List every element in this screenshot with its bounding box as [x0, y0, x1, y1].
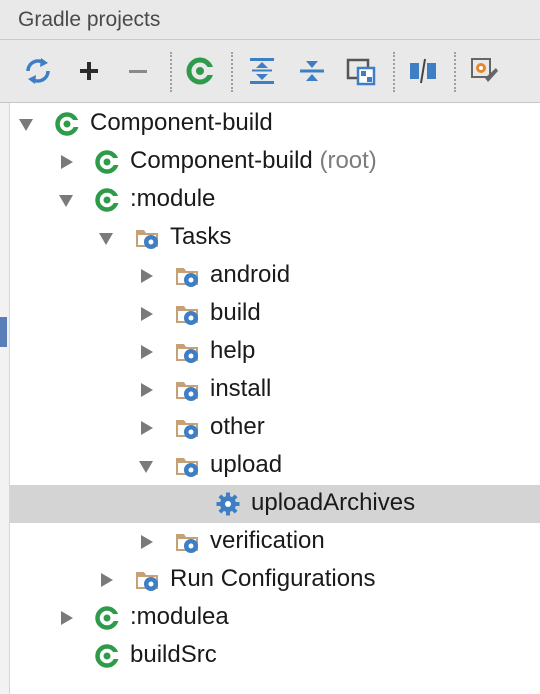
task-folder-icon: [176, 382, 198, 401]
task-folder-icon: [176, 534, 198, 553]
tree-node-help[interactable]: help: [10, 333, 540, 371]
tree-node-label: uploadArchives: [251, 489, 416, 516]
tree-node-other[interactable]: other: [10, 409, 540, 447]
execute-task-button[interactable]: [181, 52, 219, 90]
tree-node-label: help: [210, 337, 256, 364]
tree-node-component-build[interactable]: Component-build: [10, 105, 540, 143]
gradle-settings-button[interactable]: [465, 52, 503, 90]
left-gutter: [0, 103, 10, 694]
tree-node-label: :modulea: [130, 603, 229, 630]
settings-wrench-icon: [471, 58, 498, 82]
tree-node-label: :module: [130, 185, 216, 212]
expanded-arrow-icon[interactable]: [98, 230, 114, 246]
task-folder-icon: [176, 306, 198, 325]
expand-all-button[interactable]: [243, 52, 281, 90]
tree-node-label: other: [210, 413, 265, 440]
tree-node-label: install: [210, 375, 272, 402]
toggle-offline-button[interactable]: [404, 52, 442, 90]
tree-node-module[interactable]: :module: [10, 181, 540, 219]
minus-icon: [129, 70, 147, 73]
collapsed-arrow-icon[interactable]: [98, 572, 114, 588]
plus-icon: [80, 62, 98, 80]
refresh-all-button[interactable]: [19, 52, 57, 90]
gear-task-icon: [216, 492, 240, 516]
refresh-icon: [26, 58, 50, 84]
toolbar-separator: [170, 52, 172, 92]
task-folder-icon: [136, 572, 158, 591]
tree-node-android[interactable]: android: [10, 257, 540, 295]
tree-node-label: android: [210, 261, 291, 288]
collapse-all-button[interactable]: [293, 52, 331, 90]
tree-node-label: build: [210, 299, 261, 326]
tree-node-label: Component-build: [90, 109, 273, 136]
tree-node-label: buildSrc: [130, 641, 217, 668]
collapsed-arrow-icon[interactable]: [138, 382, 154, 398]
tree-node-install[interactable]: install: [10, 371, 540, 409]
node-name: Component-build: [130, 147, 313, 174]
gradle-project-icon: [95, 644, 120, 668]
tree-node-label: verification: [210, 527, 325, 554]
gradle-project-icon: [95, 606, 120, 630]
task-folder-icon: [176, 458, 198, 477]
tree-node-tasks[interactable]: Tasks: [10, 219, 540, 257]
tree-node-label: Tasks: [170, 223, 232, 250]
gradle-project-icon: [55, 112, 80, 136]
collapsed-arrow-icon[interactable]: [58, 154, 74, 170]
node-suffix: (root): [319, 147, 377, 174]
toolbar-separator: [393, 52, 395, 92]
gradle-project-icon: [95, 150, 120, 174]
tree-node-upload[interactable]: upload: [10, 447, 540, 485]
collapsed-arrow-icon[interactable]: [58, 610, 74, 626]
expanded-arrow-icon[interactable]: [58, 192, 74, 208]
add-project-button[interactable]: [70, 52, 108, 90]
tree-node-component-build-root[interactable]: Component-build (root): [10, 143, 540, 181]
tree-node-verification[interactable]: verification: [10, 523, 540, 561]
task-folder-icon: [176, 420, 198, 439]
gutter-selection-marker: [0, 317, 7, 347]
panel-title: Gradle projects: [18, 8, 161, 31]
tree-node-upload-archives[interactable]: uploadArchives: [10, 485, 540, 523]
expanded-arrow-icon[interactable]: [18, 116, 34, 132]
gradle-project-icon: [95, 188, 120, 212]
task-folder-icon: [136, 230, 158, 249]
gradle-icon: [186, 57, 215, 85]
task-folder-icon: [176, 268, 198, 287]
panel-header: Gradle projects: [0, 0, 540, 40]
tree-node-label: Run Configurations: [170, 565, 376, 592]
collapse-all-icon: [300, 61, 324, 81]
group-icon: [346, 58, 376, 86]
toolbar-separator: [454, 52, 456, 92]
tree-node-label: Component-build (root): [130, 147, 377, 175]
expanded-arrow-icon[interactable]: [138, 458, 154, 474]
task-folder-icon: [176, 344, 198, 363]
toolbar: [0, 40, 540, 103]
tree-node-modulea[interactable]: :modulea: [10, 599, 540, 637]
gutter-marker: [0, 115, 5, 133]
collapsed-arrow-icon[interactable]: [138, 534, 154, 550]
remove-project-button[interactable]: [119, 52, 157, 90]
collapsed-arrow-icon[interactable]: [138, 344, 154, 360]
collapsed-arrow-icon[interactable]: [138, 420, 154, 436]
toolbar-separator: [231, 52, 233, 92]
offline-icon: [410, 58, 436, 84]
tree-node-label: upload: [210, 451, 283, 478]
tree-node-buildsrc[interactable]: buildSrc: [10, 637, 540, 675]
tree-node-run-configurations[interactable]: Run Configurations: [10, 561, 540, 599]
collapsed-arrow-icon[interactable]: [138, 306, 154, 322]
tree-node-build[interactable]: build: [10, 295, 540, 333]
collapsed-arrow-icon[interactable]: [138, 268, 154, 284]
group-tasks-button[interactable]: [342, 52, 380, 90]
expand-all-icon: [250, 58, 274, 84]
